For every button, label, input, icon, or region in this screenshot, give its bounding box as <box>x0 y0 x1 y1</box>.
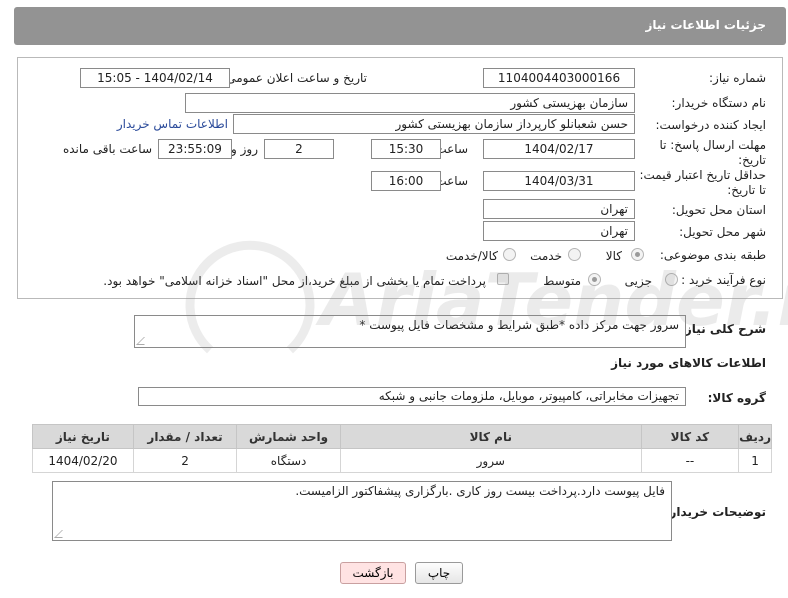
col-row-number: ردیف <box>738 424 772 449</box>
goods-table: ردیف کد کالا نام کالا واحد شمارش تعداد /… <box>32 424 772 473</box>
time-remaining-label: ساعت باقی مانده <box>62 142 152 156</box>
city-label: شهر محل تحویل: <box>679 225 766 239</box>
table-row: 1 -- سرور دستگاه 2 1404/02/20 <box>32 448 772 473</box>
goods-section-title: اطلاعات کالاهای مورد نیاز <box>611 356 766 370</box>
process-minor-radio[interactable] <box>665 273 678 286</box>
announce-date-label: تاریخ و ساعت اعلان عمومی: <box>222 71 367 85</box>
creator-field: حسن شعبانلو کارپرداز سازمان بهزیستی کشور <box>233 114 635 134</box>
process-minor-label: جزیی <box>624 274 652 288</box>
goods-table-header: ردیف کد کالا نام کالا واحد شمارش تعداد /… <box>32 424 772 449</box>
category-service-radio[interactable] <box>568 248 581 261</box>
col-unit: واحد شمارش <box>236 424 341 449</box>
category-goods-radio[interactable] <box>631 248 644 261</box>
cell-quantity: 2 <box>132 448 238 473</box>
cell-need-date: 1404/02/20 <box>32 448 134 473</box>
print-button[interactable]: چاپ <box>415 562 463 584</box>
page-title: جزئیات اطلاعات نیاز <box>645 18 766 32</box>
buyer-org-field: سازمان بهزیستی کشور <box>185 93 635 113</box>
description-textarea[interactable]: سرور جهت مرکز داده *طبق شرایط و مشخصات ف… <box>134 315 686 348</box>
treasury-payment-checkbox[interactable] <box>497 273 509 285</box>
reply-deadline-label: مهلت ارسال پاسخ: تا تاریخ: <box>659 138 766 167</box>
buyer-notes-textarea[interactable]: فایل پیوست دارد.پرداخت بیست روز کاری .با… <box>52 481 672 541</box>
category-service-label: خدمت <box>530 249 562 263</box>
col-item-name: نام کالا <box>339 424 642 449</box>
buyer-notes-label: توضیحات خریدار: <box>664 505 766 519</box>
reply-time-field: 15:30 <box>371 139 441 159</box>
buyer-org-label: نام دستگاه خریدار: <box>671 96 767 110</box>
announce-date-field: 1404/02/14 - 15:05 <box>80 68 230 88</box>
treasury-payment-note: پرداخت تمام یا بخشی از مبلغ خرید،از محل … <box>103 274 486 288</box>
time-remaining-field: 23:55:09 <box>158 139 232 159</box>
price-validity-label: حداقل تاریخ اعتبار قیمت: تا تاریخ: <box>639 168 766 197</box>
goods-group-field: تجهیزات مخابراتی، کامپیوتر، موبایل، ملزو… <box>138 387 686 406</box>
process-medium-radio[interactable] <box>588 273 601 286</box>
back-button[interactable]: بازگشت <box>340 562 406 584</box>
description-label: شرح کلی نیاز: <box>680 322 766 336</box>
province-label: استان محل تحویل: <box>671 203 766 217</box>
need-number-label: شماره نیاز: <box>709 71 766 85</box>
process-medium-label: متوسط <box>543 274 581 288</box>
province-field: تهران <box>483 199 635 219</box>
cell-unit: دستگاه <box>236 448 341 473</box>
days-remaining-field: 2 <box>264 139 334 159</box>
col-quantity: تعداد / مقدار <box>132 424 238 449</box>
cell-row-number: 1 <box>738 448 772 473</box>
category-goods-service-label: کالا/خدمت <box>445 249 498 263</box>
category-goods-service-radio[interactable] <box>503 248 516 261</box>
reply-date-field: 1404/02/17 <box>483 139 635 159</box>
process-type-label: نوع فرآیند خرید : <box>681 273 766 287</box>
category-goods-label: کالا <box>605 249 622 263</box>
creator-label: ایجاد کننده درخواست: <box>655 118 766 132</box>
page-header: جزئیات اطلاعات نیاز <box>14 7 786 45</box>
cell-item-name: سرور <box>339 448 642 473</box>
col-item-code: کد کالا <box>640 424 740 449</box>
validity-time-field: 16:00 <box>371 171 441 191</box>
buyer-contact-link[interactable]: اطلاعات تماس خریدار <box>117 117 228 131</box>
need-number-field: 1104004403000166 <box>483 68 635 88</box>
validity-date-field: 1404/03/31 <box>483 171 635 191</box>
category-label: طبقه بندی موضوعی: <box>659 248 766 262</box>
cell-item-code: -- <box>640 448 740 473</box>
city-field: تهران <box>483 221 635 241</box>
col-need-date: تاریخ نیاز <box>32 424 134 449</box>
goods-group-label: گروه کالا: <box>707 391 766 405</box>
days-label: روز و <box>231 142 258 156</box>
